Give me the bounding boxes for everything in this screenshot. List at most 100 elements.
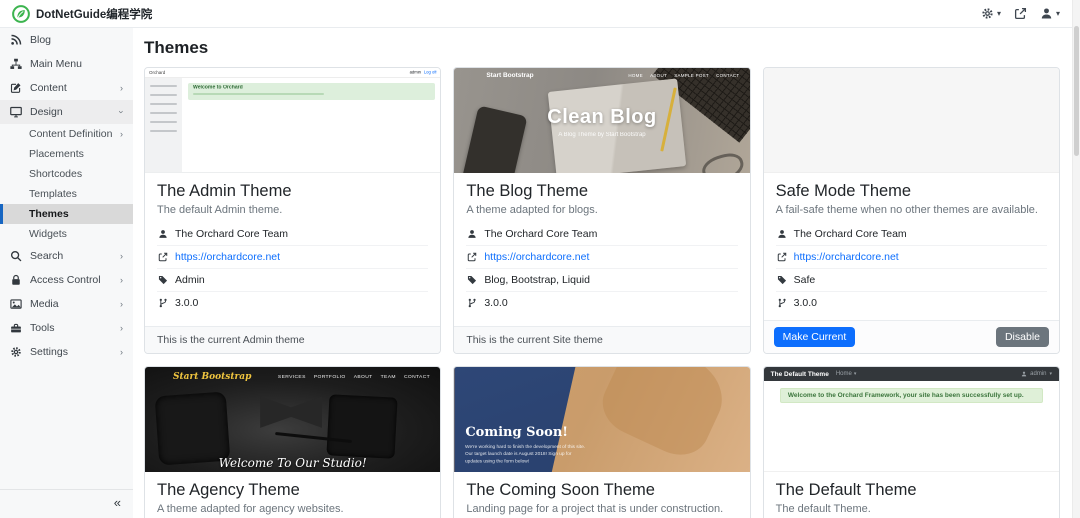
- theme-description: A theme adapted for agency websites.: [157, 503, 428, 515]
- sidebar-item-templates[interactable]: Templates: [0, 184, 133, 204]
- agency-theme-preview: Start Bootstrap SERVICES PORTFOLIO ABOUT…: [145, 367, 440, 472]
- caret-down-icon: ▾: [1049, 371, 1052, 377]
- theme-url-row: https://orchardcore.net: [776, 245, 1047, 268]
- code-branch-icon: [158, 298, 168, 308]
- theme-status-footer: This is the current Site theme: [454, 326, 749, 353]
- safe-mode-theme-preview: [764, 68, 1059, 173]
- agency-preview-brand: Start Bootstrap: [173, 372, 251, 382]
- theme-url-link[interactable]: https://orchardcore.net: [175, 251, 280, 263]
- collapse-icon: «: [114, 495, 121, 510]
- sidebar-item-media[interactable]: Media ›: [0, 292, 133, 316]
- theme-version-row: 3.0.0: [466, 291, 737, 314]
- blog-preview-glasses: [699, 150, 747, 173]
- theme-card-default: The Default Theme Home ▾ admin ▾ Welcome…: [763, 366, 1060, 518]
- caret-down-icon: ▾: [854, 371, 857, 377]
- admin-preview-topbar: Orchard admin Log off: [145, 68, 440, 78]
- sidebar-item-blog[interactable]: Blog: [0, 28, 133, 52]
- agency-preview-wallet: [154, 392, 230, 466]
- sidebar-collapse-button[interactable]: «: [0, 489, 133, 518]
- page-scrollbar[interactable]: [1072, 0, 1080, 518]
- theme-url-row: https://orchardcore.net: [466, 245, 737, 268]
- sidebar-item-tools[interactable]: Tools ›: [0, 316, 133, 340]
- sidebar-item-themes[interactable]: Themes: [0, 204, 133, 224]
- coming-soon-preview-photo: [593, 367, 735, 465]
- sitemap-icon: [10, 58, 22, 70]
- sidebar-item-placements[interactable]: Placements: [0, 144, 133, 164]
- image-icon: [10, 298, 22, 310]
- external-link-icon: [1014, 7, 1027, 20]
- brand[interactable]: DotNetGuide编程学院: [12, 5, 152, 23]
- agency-preview-nav: SERVICES PORTFOLIO ABOUT TEAM CONTACT: [278, 374, 430, 379]
- theme-description: Landing page for a project that is under…: [466, 503, 737, 515]
- search-icon: [10, 250, 22, 262]
- theme-title: The Admin Theme: [157, 182, 428, 201]
- chevron-right-icon: ›: [120, 83, 123, 93]
- admin-theme-preview: Orchard admin Log off Welcome to Orchard: [145, 68, 440, 173]
- coming-soon-preview-heading: Coming Soon!: [465, 425, 585, 440]
- admin-preview-alert: Welcome to Orchard: [188, 83, 435, 100]
- sidebar-item-shortcodes[interactable]: Shortcodes: [0, 164, 133, 184]
- brand-name: DotNetGuide编程学院: [36, 6, 152, 22]
- theme-card-agency: Start Bootstrap SERVICES PORTFOLIO ABOUT…: [144, 366, 441, 518]
- theme-url-row: https://orchardcore.net: [157, 245, 428, 268]
- theme-actions-footer: Make Current Disable: [764, 320, 1059, 353]
- make-current-button[interactable]: Make Current: [774, 327, 856, 347]
- chevron-right-icon: ›: [120, 323, 123, 333]
- admin-preview-sidebar: [145, 78, 182, 172]
- sidebar-item-content[interactable]: Content ›: [0, 76, 133, 100]
- default-preview-navbar: The Default Theme Home ▾ admin ▾: [764, 367, 1059, 381]
- admin-preview-user: admin: [409, 70, 420, 74]
- chevron-right-icon: ›: [120, 251, 123, 261]
- code-branch-icon: [467, 298, 477, 308]
- default-theme-preview: The Default Theme Home ▾ admin ▾ Welcome…: [764, 367, 1059, 472]
- sidebar-item-design[interactable]: Design ›: [0, 100, 133, 124]
- sidebar-item-widgets[interactable]: Widgets: [0, 224, 133, 244]
- theme-title: The Blog Theme: [466, 182, 737, 201]
- user-icon: [1021, 371, 1027, 377]
- user-dropdown-button[interactable]: ▾: [1040, 7, 1060, 20]
- admin-preview-logoff: Log off: [424, 70, 437, 74]
- theme-title: The Agency Theme: [157, 481, 428, 500]
- theme-tags-row: Blog, Bootstrap, Liquid: [466, 268, 737, 291]
- theme-title: Safe Mode Theme: [776, 182, 1047, 201]
- coming-soon-theme-preview: Coming Soon! We're working hard to finis…: [454, 367, 749, 472]
- sidebar-item-search[interactable]: Search ›: [0, 244, 133, 268]
- theme-author-row: The Orchard Core Team: [776, 223, 1047, 245]
- caret-down-icon: ▾: [1056, 10, 1060, 18]
- topbar-actions: ▾ ▾: [981, 7, 1060, 20]
- theme-description: The default Theme.: [776, 503, 1047, 515]
- theme-description: A fail-safe theme when no other themes a…: [776, 204, 1047, 216]
- code-branch-icon: [777, 298, 787, 308]
- theme-tags-row: Admin: [157, 268, 428, 291]
- theme-version-row: 3.0.0: [776, 291, 1047, 314]
- theme-tags-row: Safe: [776, 268, 1047, 291]
- agency-preview-heading: Welcome To Our Studio!: [145, 456, 440, 470]
- theme-card-coming-soon: Coming Soon! We're working hard to finis…: [453, 366, 750, 518]
- theme-url-link[interactable]: https://orchardcore.net: [484, 251, 589, 263]
- coming-soon-preview-subtext: We're working hard to finish the develop…: [465, 444, 590, 466]
- sidebar-item-content-definition[interactable]: Content Definition ›: [0, 124, 133, 144]
- default-preview-alert: Welcome to the Orchard Framework, your s…: [780, 388, 1043, 403]
- tags-icon: [777, 275, 787, 285]
- sidebar-item-settings[interactable]: Settings ›: [0, 340, 133, 364]
- settings-dropdown-button[interactable]: ▾: [981, 7, 1001, 20]
- sidebar-item-main-menu[interactable]: Main Menu: [0, 52, 133, 76]
- view-site-button[interactable]: [1014, 7, 1027, 20]
- tags-icon: [467, 275, 477, 285]
- rss-icon: [10, 34, 22, 46]
- caret-down-icon: ▾: [997, 10, 1001, 18]
- topbar: DotNetGuide编程学院 ▾ ▾: [0, 0, 1072, 28]
- sidebar-item-access-control[interactable]: Access Control ›: [0, 268, 133, 292]
- theme-version-row: 3.0.0: [157, 291, 428, 314]
- gear-icon: [981, 7, 994, 20]
- main-content: Themes Orchard admin Log off Welco: [133, 28, 1072, 518]
- scrollbar-thumb[interactable]: [1074, 26, 1079, 156]
- chevron-right-icon: ›: [120, 129, 123, 139]
- leaf-logo-icon: [12, 5, 30, 23]
- gear-icon: [10, 346, 22, 358]
- display-icon: [10, 106, 22, 118]
- theme-url-link[interactable]: https://orchardcore.net: [794, 251, 899, 263]
- theme-card-safe-mode: Safe Mode Theme A fail-safe theme when n…: [763, 67, 1060, 354]
- disable-button[interactable]: Disable: [996, 327, 1049, 347]
- theme-author-row: The Orchard Core Team: [466, 223, 737, 245]
